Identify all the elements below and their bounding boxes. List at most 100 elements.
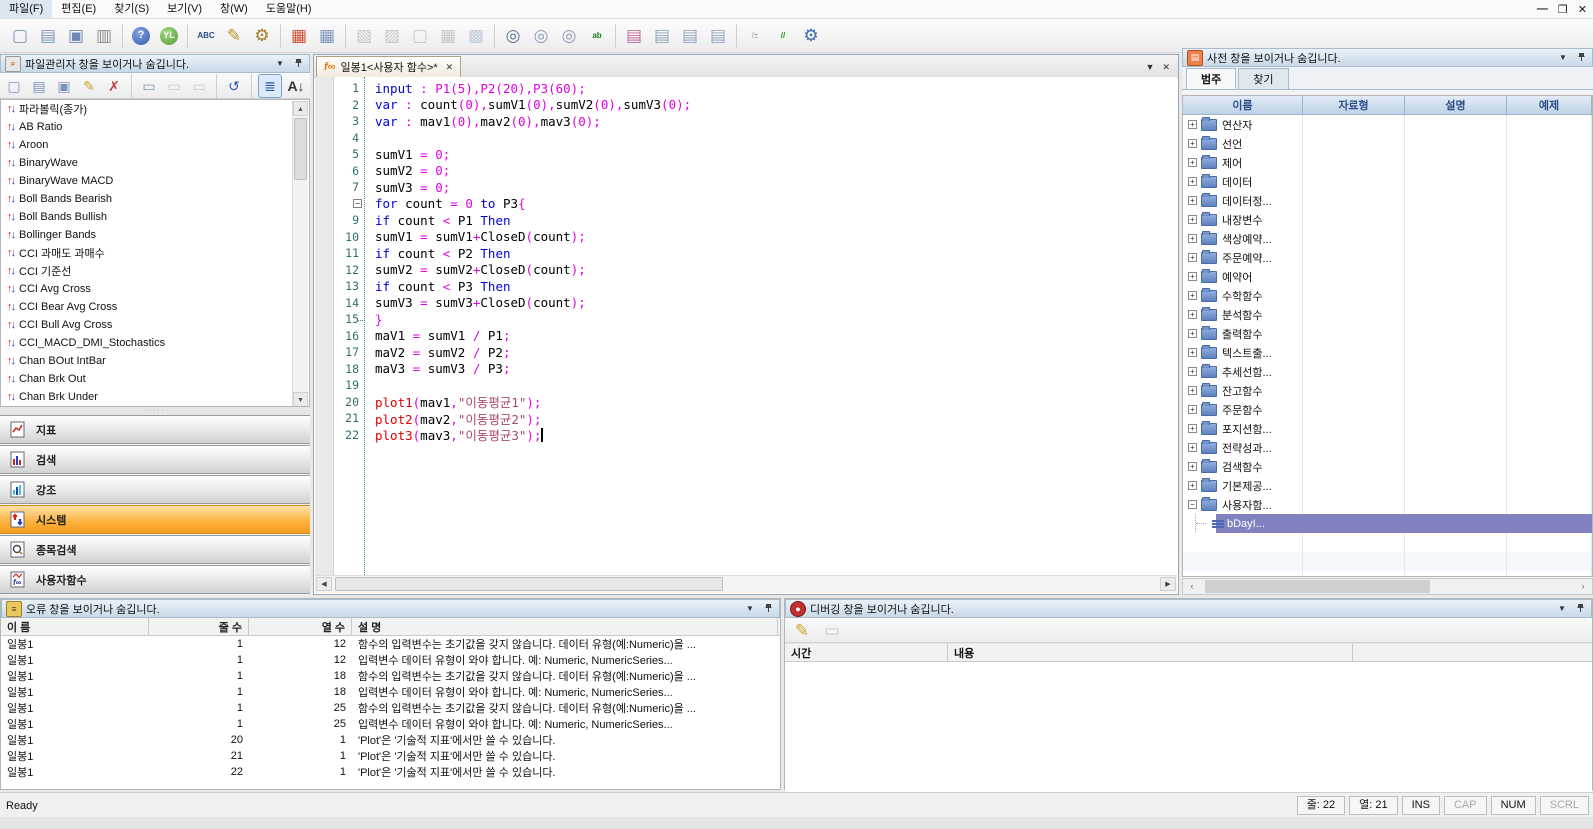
save-icon[interactable]: ▣ [63, 23, 89, 49]
code-line[interactable]: 2var : count(0),sumV1(0),sumV2(0),sumV3(… [315, 97, 1177, 114]
file-tree-item[interactable]: ↑↓CCI_MACD_DMI_Stochastics [1, 334, 309, 352]
dict-folder-row[interactable]: +연산자 [1183, 115, 1592, 134]
expand-icon[interactable]: + [1188, 291, 1197, 300]
dict-folder-row[interactable]: +기본제공... [1183, 476, 1592, 495]
expand-icon[interactable]: + [1188, 158, 1197, 167]
code-line[interactable]: 22plot3(mav3,"이동평균3"); [315, 427, 1177, 444]
scroll-right-icon[interactable]: ▶ [1160, 577, 1176, 591]
book-close-icon[interactable]: ▤ [705, 23, 731, 49]
minimize-icon[interactable]: — [1537, 3, 1548, 15]
expand-icon[interactable]: + [1188, 462, 1197, 471]
pin-icon[interactable] [761, 603, 775, 615]
fold-collapse-icon[interactable]: − [353, 199, 362, 208]
code-line[interactable]: 14sumV3 = sumV3+CloseD(count); [315, 295, 1177, 312]
expand-icon[interactable]: + [1188, 348, 1197, 357]
fold-margin[interactable] [359, 311, 375, 328]
file-tree-item[interactable]: ↑↓Chan BOut IntBar [1, 352, 309, 370]
file-tree-item[interactable]: ↑↓CCI Bear Avg Cross [1, 298, 309, 316]
scrollbar-thumb[interactable] [1205, 580, 1430, 593]
error-column-header[interactable]: 열 수 [249, 618, 352, 635]
replace-in-files-icon[interactable]: ◎ [556, 23, 582, 49]
menu-item[interactable]: 보기(V) [158, 0, 211, 18]
error-row[interactable]: 일봉1125입력변수 데이터 유형이 와야 합니다. 예: Numeric, N… [1, 716, 780, 732]
file-tree-scrollbar[interactable]: ▲ ▼ [292, 101, 308, 407]
file-tree-item[interactable]: ↑↓CCI 과매도 과매수 [1, 244, 309, 262]
code-line[interactable]: 11if count < P2 Then [315, 245, 1177, 262]
error-row[interactable]: 일봉1201'Plot'은 '기술적 지표'에서만 쓸 수 있습니다. [1, 732, 780, 748]
code-line[interactable]: 12sumV2 = sumV2+CloseD(count); [315, 262, 1177, 279]
scroll-up-icon[interactable]: ▲ [293, 101, 308, 116]
new-folder-icon[interactable]: ▭ [138, 75, 160, 97]
dict-folder-row[interactable]: +잔고함수 [1183, 381, 1592, 400]
code-line[interactable]: 9if count < P1 Then [315, 212, 1177, 229]
open-file-icon[interactable]: ▤ [35, 23, 61, 49]
verify-table-icon[interactable]: ▦ [286, 23, 312, 49]
dict-folder-row[interactable]: +선언 [1183, 134, 1592, 153]
expand-icon[interactable]: + [1188, 272, 1197, 281]
expand-icon[interactable]: + [1188, 443, 1197, 452]
code-line[interactable]: 21plot2(mav2,"이동평균2"); [315, 410, 1177, 427]
menu-item[interactable]: 창(W) [211, 0, 257, 18]
new-doc-icon[interactable]: ▢ [3, 75, 25, 97]
nav-button-시스템[interactable]: 시스템 [0, 505, 310, 534]
zoom-search-icon[interactable]: ◎ [500, 23, 526, 49]
code-area[interactable]: 1input : P1(5),P2(20),P3(60);2var : coun… [315, 77, 1177, 575]
chevron-down-icon[interactable]: ▼ [273, 59, 287, 68]
expand-icon[interactable]: + [1188, 386, 1197, 395]
tab-list-chevron-icon[interactable]: ▼ [1146, 62, 1155, 73]
expand-icon[interactable]: + [1188, 215, 1197, 224]
yl-logo-icon[interactable]: YL [156, 23, 182, 49]
delete-doc-icon[interactable]: ✗ [103, 75, 125, 97]
debug-column-header[interactable]: 시간 [785, 644, 948, 661]
code-line[interactable]: 13if count < P3 Then [315, 278, 1177, 295]
menu-item[interactable]: 도움말(H) [257, 0, 321, 18]
book-prev-icon[interactable]: ▤ [649, 23, 675, 49]
code-line[interactable]: 6sumV2 = 0; [315, 163, 1177, 180]
expand-icon[interactable]: + [1188, 329, 1197, 338]
dict-item-row-selected[interactable]: bDayI... [1183, 514, 1592, 533]
code-line[interactable]: 18maV3 = sumV3 / P3; [315, 361, 1177, 378]
file-tree-item[interactable]: ↑↓CCI Avg Cross [1, 280, 309, 298]
dict-folder-row[interactable]: +데이터 [1183, 172, 1592, 191]
file-tree-item[interactable]: ↑↓Chan Brk Under [1, 388, 309, 406]
expand-icon[interactable]: + [1188, 177, 1197, 186]
pin-icon[interactable] [291, 58, 305, 70]
dict-folder-row[interactable]: +예약어 [1183, 267, 1592, 286]
expand-icon[interactable]: + [1188, 120, 1197, 129]
sort-az-icon[interactable]: A↓ [285, 75, 307, 97]
pin-icon[interactable] [1573, 603, 1587, 615]
code-line[interactable]: 5sumV1 = 0; [315, 146, 1177, 163]
dict-column-header[interactable]: 자료형 [1303, 96, 1405, 114]
error-column-header[interactable]: 줄 수 [149, 618, 249, 635]
dict-folder-row[interactable]: +추세선함... [1183, 362, 1592, 381]
error-row[interactable]: 일봉1125함수의 입력변수는 초기값을 갖지 않습니다. 데이터 유형(예:N… [1, 700, 780, 716]
editor-tab[interactable]: f∞ 일봉1<사용자 함수>* ✕ [316, 56, 461, 77]
scroll-down-icon[interactable]: ▼ [293, 392, 308, 407]
error-row[interactable]: 일봉1221'Plot'은 '기술적 지표'에서만 쓸 수 있습니다. [1, 764, 780, 780]
scroll-left-icon[interactable]: ◀ [316, 577, 332, 591]
tabbar-close-icon[interactable]: ✕ [1162, 62, 1170, 73]
spell-check-icon[interactable]: ABC [193, 23, 219, 49]
error-column-header[interactable]: 이 름 [1, 618, 149, 635]
dictionary-tab-범주[interactable]: 범주 [1186, 68, 1236, 89]
error-row[interactable]: 일봉1118입력변수 데이터 유형이 와야 합니다. 예: Numeric, N… [1, 684, 780, 700]
dictionary-book-icon[interactable]: ▤ [621, 23, 647, 49]
chevron-down-icon[interactable]: ▼ [743, 604, 757, 613]
restore-icon[interactable]: ❐ [1558, 3, 1568, 16]
scrollbar-thumb[interactable] [335, 577, 723, 591]
book-next-icon[interactable]: ▤ [677, 23, 703, 49]
code-line[interactable]: 7sumV3 = 0; [315, 179, 1177, 196]
expand-icon[interactable]: + [1188, 234, 1197, 243]
dict-folder-row[interactable]: −사용자함... [1183, 495, 1592, 514]
open-doc-icon[interactable]: ▤ [28, 75, 50, 97]
code-line[interactable]: 1input : P1(5),P2(20),P3(60); [315, 80, 1177, 97]
menu-item[interactable]: 파일(F) [0, 0, 52, 18]
dict-folder-row[interactable]: +전략성과... [1183, 438, 1592, 457]
error-row[interactable]: 일봉1112함수의 입력변수는 초기값을 갖지 않습니다. 데이터 유형(예:N… [1, 636, 780, 652]
nav-button-사용자함수[interactable]: f∞사용자함수 [0, 565, 310, 594]
code-line[interactable]: 16maV1 = sumV1 / P1; [315, 328, 1177, 345]
refresh-icon[interactable]: ↺ [223, 75, 245, 97]
file-tree-item[interactable]: ↑↓CCI Bull Avg Cross [1, 316, 309, 334]
tab-close-icon[interactable]: ✕ [446, 62, 454, 73]
chevron-down-icon[interactable]: ▼ [1556, 53, 1570, 62]
